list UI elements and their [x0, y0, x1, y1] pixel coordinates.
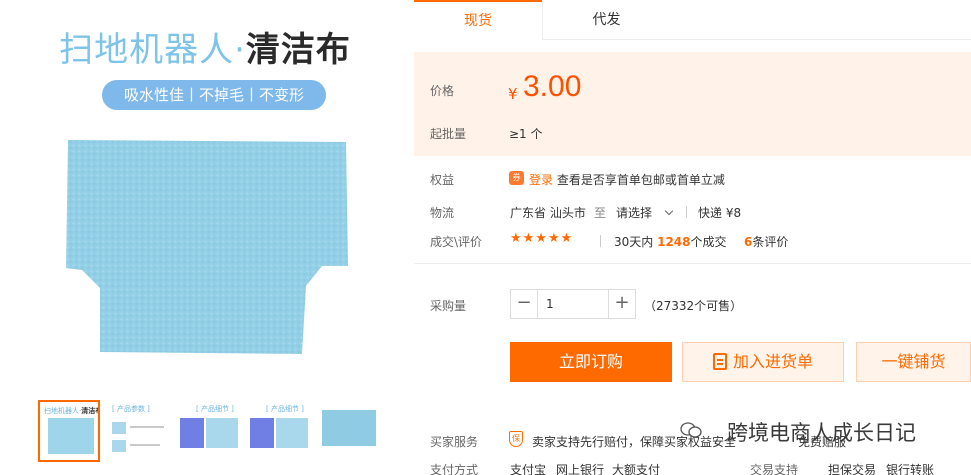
product-detail-panel: 现货 代发 价格 ¥ 3.00 起批量 ≥1 个 权益 券 登录 查看是否享首单… [414, 0, 971, 475]
benefits-label: 权益 [430, 173, 455, 187]
buy-now-button[interactable]: 立即订购 [510, 342, 672, 382]
tab-dropship[interactable]: 代发 [542, 0, 670, 40]
payment-label: 支付方式 [430, 463, 479, 475]
divider [414, 263, 971, 264]
price-value: 3.00 [523, 70, 582, 103]
increase-button[interactable]: + [608, 290, 635, 318]
trade-escrow: 担保交易 [828, 463, 877, 475]
thumbnail-3[interactable]: [ 产品细节 ] [178, 400, 240, 462]
cleaning-cloth-image [66, 140, 348, 354]
logistics-to: 至 [594, 206, 607, 220]
quantity-stepper: − + [510, 289, 636, 319]
thumbnail-2[interactable]: [ 产品参数 ] [108, 400, 170, 462]
sales-count: 30天内 1248个成交 [614, 235, 727, 249]
login-link[interactable]: 登录 [529, 173, 553, 187]
payment-alipay: 支付宝 [510, 463, 547, 475]
coupon-icon: 券 [509, 171, 524, 185]
rating-stars-icon: ★★★★★ [510, 231, 574, 246]
quantity-input[interactable] [539, 290, 607, 318]
thumbnail-strip: 扫地机器人·清洁布 [ 产品参数 ] [ 产品细节 ] [ 产品细节 ] [38, 400, 398, 462]
payment-large: 大额支付 [612, 463, 661, 475]
one-click-list-button[interactable]: 一键铺货 [856, 342, 971, 382]
add-to-cart-button[interactable]: 加入进货单 [682, 342, 844, 382]
image-title: 扫地机器人·清洁布 [59, 30, 351, 70]
thumbnail-4[interactable]: [ 产品细节 ] [248, 400, 310, 462]
payment-online-bank: 网上银行 [556, 463, 605, 475]
reviews-label: 成交\评价 [430, 235, 483, 249]
tab-in-stock[interactable]: 现货 [414, 0, 542, 40]
shield-icon: 保 [509, 431, 523, 447]
watermark-text: 跨境电商人成长日记 [727, 421, 916, 445]
trade-bank-transfer: 银行转账 [886, 463, 935, 475]
quantity-label: 采购量 [430, 299, 467, 313]
thumbnail-5[interactable] [318, 400, 380, 462]
tab-bar: 现货 代发 [414, 0, 971, 40]
express-fee: 快递 ¥8 [698, 206, 742, 220]
price-currency: ¥ [508, 85, 518, 103]
price-label: 价格 [430, 84, 455, 98]
destination-select[interactable]: 请选择 [616, 204, 674, 221]
clipboard-icon [712, 353, 727, 370]
benefits-text: 查看是否享首单包邮或首单立减 [556, 173, 725, 187]
trade-support-label: 交易支持 [750, 463, 799, 475]
main-product-image[interactable]: 扫地机器人·清洁布 吸水性佳丨不掉毛丨不变形 [0, 0, 410, 395]
stock-available: （27332个可售） [644, 299, 743, 313]
moq-value: ≥1 个 [509, 127, 543, 141]
price-section: 价格 ¥ 3.00 起批量 ≥1 个 [414, 52, 971, 156]
moq-label: 起批量 [430, 127, 467, 141]
logistics-label: 物流 [430, 206, 455, 220]
chevron-down-icon [664, 206, 674, 216]
wechat-icon [680, 422, 702, 438]
logistics-origin: 广东省 汕头市 [510, 206, 586, 220]
service-text: 卖家支持先行赔付，保障买家权益安全 [532, 435, 737, 449]
feature-pill: 吸水性佳丨不掉毛丨不变形 [102, 80, 326, 110]
thumbnail-1[interactable]: 扫地机器人·清洁布 [38, 400, 100, 462]
review-count-link[interactable]: 6条评价 [744, 233, 788, 250]
product-gallery: 扫地机器人·清洁布 吸水性佳丨不掉毛丨不变形 扫地机器人·清洁布 [ 产品参数 … [0, 0, 410, 475]
service-label: 买家服务 [430, 435, 479, 449]
decrease-button[interactable]: − [511, 290, 538, 318]
